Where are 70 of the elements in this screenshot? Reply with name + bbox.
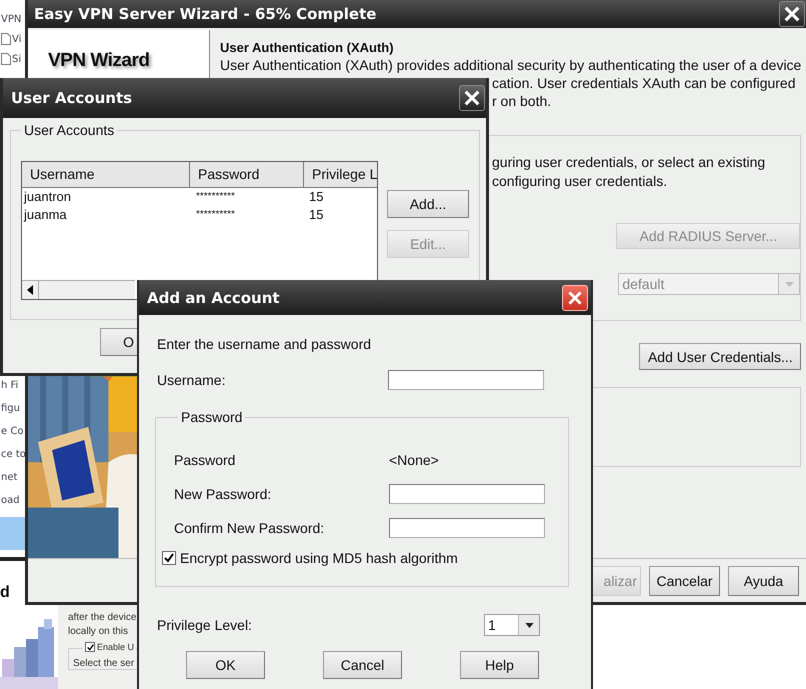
table-action-button[interactable]: Add... bbox=[387, 190, 469, 218]
description-text: r on both. bbox=[492, 92, 552, 110]
description-text: User Authentication (XAuth) provides additional security by authenticating the user of a device bbox=[220, 56, 802, 74]
field-label: Password bbox=[174, 452, 236, 468]
column-header[interactable]: Password bbox=[190, 162, 304, 187]
scrollbar[interactable] bbox=[22, 280, 135, 299]
sidebar-item[interactable]: h Fi bbox=[0, 378, 26, 392]
description-text: after the device bbox=[68, 611, 138, 625]
checkbox[interactable] bbox=[162, 551, 176, 565]
close-button[interactable] bbox=[779, 1, 805, 27]
enable-checkbox[interactable]: Enable U bbox=[83, 642, 136, 652]
close-button[interactable] bbox=[562, 284, 588, 310]
field-label: Username: bbox=[157, 372, 226, 388]
field-label: New Password: bbox=[174, 486, 272, 502]
sidebar-item[interactable]: Vi bbox=[0, 32, 26, 46]
left-arrow-icon bbox=[27, 285, 33, 295]
close-icon bbox=[567, 290, 583, 306]
sidebar-item[interactable]: net bbox=[0, 470, 26, 484]
panel-title: d bbox=[0, 583, 10, 602]
window-title: Add an Account bbox=[146, 288, 280, 306]
column-header[interactable]: Privilege L bbox=[304, 162, 377, 187]
section-heading: User Authentication (XAuth) bbox=[220, 40, 395, 55]
field-label: Privilege Level: bbox=[157, 617, 253, 633]
description-text: configuring user credentials. bbox=[492, 172, 668, 191]
footer-button[interactable]: Cancelar bbox=[649, 566, 720, 596]
privilege-dropdown[interactable]: 1 bbox=[484, 614, 540, 636]
close-icon bbox=[783, 5, 801, 23]
checkmark-icon bbox=[86, 644, 94, 650]
footer-button[interactable]: Ayuda bbox=[728, 566, 799, 596]
wizard-title: VPN Wizard bbox=[48, 50, 150, 71]
table-row[interactable]: juantron ********** 15 bbox=[22, 188, 377, 206]
group-title: Password bbox=[178, 409, 246, 425]
ok-button[interactable]: O bbox=[100, 328, 138, 356]
sidebar-item[interactable]: Si bbox=[0, 52, 26, 66]
description-text: cation. User credentials XAuth can be configured bbox=[492, 74, 796, 92]
close-button[interactable] bbox=[459, 85, 485, 111]
sidebar-item[interactable] bbox=[0, 517, 26, 550]
table-cell-text: ********** bbox=[195, 208, 236, 222]
sidebar-item[interactable]: oad bbox=[0, 493, 26, 507]
window-title: Easy VPN Server Wizard - 65% Complete bbox=[33, 5, 376, 23]
sidebar-item[interactable]: figu bbox=[0, 401, 26, 415]
description-text: guring user credentials, or select an existing bbox=[492, 153, 766, 172]
close-icon bbox=[463, 89, 481, 107]
username-field[interactable] bbox=[388, 370, 544, 390]
add-user-credentials-button[interactable]: Add User Credentials... bbox=[639, 343, 802, 370]
dropdown-arrow-icon bbox=[524, 622, 534, 628]
description-text: Select the ser bbox=[73, 658, 136, 669]
table-row[interactable]: juanma ********** 15 bbox=[22, 206, 377, 224]
table-cell-text: juanma bbox=[22, 206, 68, 224]
column-header[interactable]: Username bbox=[22, 162, 190, 187]
dialog-button[interactable]: OK bbox=[186, 651, 265, 679]
new-password-field[interactable] bbox=[389, 484, 545, 504]
sidebar-item[interactable]: e Co bbox=[0, 424, 26, 438]
dropdown-arrow-icon bbox=[784, 282, 794, 286]
group-title: User Accounts bbox=[21, 122, 118, 138]
dialog-button[interactable]: Cancel bbox=[323, 651, 402, 679]
table-cell-text: juantron bbox=[22, 188, 72, 206]
sidebar-item[interactable]: VPN bbox=[0, 12, 26, 26]
sidebar-item[interactable]: ce to bbox=[0, 447, 26, 461]
description-text: locally on this bbox=[68, 625, 130, 639]
instruction-text: Enter the username and password bbox=[157, 336, 372, 352]
password-value: <None> bbox=[389, 452, 439, 468]
window-title: User Accounts bbox=[10, 89, 132, 107]
field-label: Confirm New Password: bbox=[174, 520, 326, 536]
checkbox-label[interactable]: Encrypt password using MD5 hash algorithm bbox=[180, 550, 458, 566]
table-cell-text: 15 bbox=[308, 206, 324, 224]
dialog-button[interactable]: Help bbox=[460, 651, 539, 679]
table-cell-text: 15 bbox=[308, 188, 324, 206]
table-cell-text: ********** bbox=[195, 190, 236, 204]
confirm-password-field[interactable] bbox=[389, 518, 545, 538]
